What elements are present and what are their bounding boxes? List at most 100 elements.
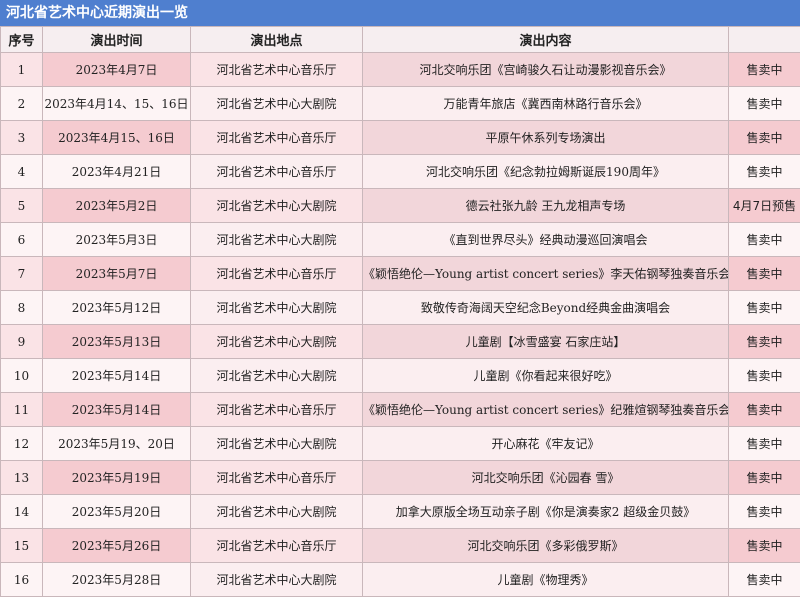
performance-title: 河北交响乐团《纪念勃拉姆斯诞辰190周年》 [363, 155, 729, 189]
row-number: 16 [1, 563, 43, 597]
table-row: 72023年5月7日河北省艺术中心音乐厅《颖悟绝伦—Young artist c… [1, 257, 800, 291]
performance-title: 平原午休系列专场演出 [363, 121, 729, 155]
table-row: 92023年5月13日河北省艺术中心大剧院儿童剧【冰雪盛宴 石家庄站】售卖中 [1, 325, 800, 359]
table-row: 152023年5月26日河北省艺术中心音乐厅河北交响乐团《多彩俄罗斯》售卖中 [1, 529, 800, 563]
performance-date: 2023年5月19日 [43, 461, 191, 495]
ticket-status: 售卖中 [729, 257, 800, 291]
ticket-status: 售卖中 [729, 53, 800, 87]
ticket-status: 售卖中 [729, 325, 800, 359]
ticket-status: 售卖中 [729, 529, 800, 563]
column-header-status [729, 27, 800, 53]
table-row: 42023年4月21日河北省艺术中心音乐厅河北交响乐团《纪念勃拉姆斯诞辰190周… [1, 155, 800, 189]
performance-date: 2023年5月14日 [43, 393, 191, 427]
performance-date: 2023年4月15、16日 [43, 121, 191, 155]
performance-date: 2023年5月13日 [43, 325, 191, 359]
table-row: 112023年5月14日河北省艺术中心音乐厅《颖悟绝伦—Young artist… [1, 393, 800, 427]
row-number: 1 [1, 53, 43, 87]
performance-date: 2023年5月14日 [43, 359, 191, 393]
performance-venue: 河北省艺术中心音乐厅 [191, 529, 363, 563]
performance-venue: 河北省艺术中心音乐厅 [191, 393, 363, 427]
ticket-status: 售卖中 [729, 427, 800, 461]
row-number: 14 [1, 495, 43, 529]
column-header-no: 序号 [1, 27, 43, 53]
row-number: 12 [1, 427, 43, 461]
performance-date: 2023年4月7日 [43, 53, 191, 87]
table-row: 132023年5月19日河北省艺术中心音乐厅河北交响乐团《沁园春 雪》售卖中 [1, 461, 800, 495]
row-number: 11 [1, 393, 43, 427]
row-number: 5 [1, 189, 43, 223]
performance-title: 河北交响乐团《宫崎骏久石让动漫影视音乐会》 [363, 53, 729, 87]
row-number: 8 [1, 291, 43, 325]
performance-title: 《颖悟绝伦—Young artist concert series》纪雅煊钢琴独… [363, 393, 729, 427]
table-row: 82023年5月12日河北省艺术中心大剧院致敬传奇海阔天空纪念Beyond经典金… [1, 291, 800, 325]
ticket-status: 售卖中 [729, 495, 800, 529]
table-row: 162023年5月28日河北省艺术中心大剧院儿童剧《物理秀》售卖中 [1, 563, 800, 597]
row-number: 9 [1, 325, 43, 359]
ticket-status: 4月7日预售 [729, 189, 800, 223]
table-row: 102023年5月14日河北省艺术中心大剧院儿童剧《你看起来很好吃》售卖中 [1, 359, 800, 393]
performance-title: 河北交响乐团《多彩俄罗斯》 [363, 529, 729, 563]
performance-title: 德云社张九龄 王九龙相声专场 [363, 189, 729, 223]
performance-title: 《直到世界尽头》经典动漫巡回演唱会 [363, 223, 729, 257]
header-row: 序号 演出时间 演出地点 演出内容 [1, 27, 800, 53]
performance-venue: 河北省艺术中心音乐厅 [191, 155, 363, 189]
performance-date: 2023年5月12日 [43, 291, 191, 325]
table-row: 122023年5月19、20日河北省艺术中心大剧院开心麻花《牢友记》售卖中 [1, 427, 800, 461]
table-row: 12023年4月7日河北省艺术中心音乐厅河北交响乐团《宫崎骏久石让动漫影视音乐会… [1, 53, 800, 87]
ticket-status: 售卖中 [729, 291, 800, 325]
row-number: 10 [1, 359, 43, 393]
performance-title: 河北交响乐团《沁园春 雪》 [363, 461, 729, 495]
performance-venue: 河北省艺术中心大剧院 [191, 291, 363, 325]
ticket-status: 售卖中 [729, 461, 800, 495]
performance-date: 2023年4月14、15、16日 [43, 87, 191, 121]
ticket-status: 售卖中 [729, 155, 800, 189]
schedule-table: 序号 演出时间 演出地点 演出内容 12023年4月7日河北省艺术中心音乐厅河北… [0, 26, 800, 597]
performance-venue: 河北省艺术中心音乐厅 [191, 121, 363, 155]
column-header-venue: 演出地点 [191, 27, 363, 53]
table-row: 32023年4月15、16日河北省艺术中心音乐厅平原午休系列专场演出售卖中 [1, 121, 800, 155]
column-header-date: 演出时间 [43, 27, 191, 53]
table-row: 22023年4月14、15、16日河北省艺术中心大剧院万能青年旅店《冀西南林路行… [1, 87, 800, 121]
performance-venue: 河北省艺术中心大剧院 [191, 325, 363, 359]
performance-venue: 河北省艺术中心音乐厅 [191, 53, 363, 87]
performance-venue: 河北省艺术中心大剧院 [191, 427, 363, 461]
performance-venue: 河北省艺术中心音乐厅 [191, 257, 363, 291]
ticket-status: 售卖中 [729, 87, 800, 121]
ticket-status: 售卖中 [729, 121, 800, 155]
row-number: 13 [1, 461, 43, 495]
performance-title: 开心麻花《牢友记》 [363, 427, 729, 461]
performance-title: 儿童剧《物理秀》 [363, 563, 729, 597]
performance-venue: 河北省艺术中心音乐厅 [191, 461, 363, 495]
ticket-status: 售卖中 [729, 393, 800, 427]
table-row: 52023年5月2日河北省艺术中心大剧院德云社张九龄 王九龙相声专场4月7日预售 [1, 189, 800, 223]
performance-venue: 河北省艺术中心大剧院 [191, 359, 363, 393]
performance-date: 2023年5月28日 [43, 563, 191, 597]
table-row: 62023年5月3日河北省艺术中心大剧院《直到世界尽头》经典动漫巡回演唱会售卖中 [1, 223, 800, 257]
performance-venue: 河北省艺术中心大剧院 [191, 189, 363, 223]
page-title: 河北省艺术中心近期演出一览 [0, 0, 800, 26]
performance-schedule: 河北省艺术中心近期演出一览 序号 演出时间 演出地点 演出内容 12023年4月… [0, 0, 800, 592]
performance-venue: 河北省艺术中心大剧院 [191, 223, 363, 257]
performance-date: 2023年5月7日 [43, 257, 191, 291]
performance-title: 万能青年旅店《冀西南林路行音乐会》 [363, 87, 729, 121]
performance-title: 《颖悟绝伦—Young artist concert series》李天佑钢琴独… [363, 257, 729, 291]
performance-venue: 河北省艺术中心大剧院 [191, 563, 363, 597]
row-number: 4 [1, 155, 43, 189]
row-number: 6 [1, 223, 43, 257]
performance-date: 2023年4月21日 [43, 155, 191, 189]
row-number: 3 [1, 121, 43, 155]
performance-venue: 河北省艺术中心大剧院 [191, 87, 363, 121]
performance-date: 2023年5月3日 [43, 223, 191, 257]
performance-date: 2023年5月20日 [43, 495, 191, 529]
performance-title: 加拿大原版全场互动亲子剧《你是演奏家2 超级金贝鼓》 [363, 495, 729, 529]
row-number: 7 [1, 257, 43, 291]
column-header-content: 演出内容 [363, 27, 729, 53]
performance-venue: 河北省艺术中心大剧院 [191, 495, 363, 529]
ticket-status: 售卖中 [729, 359, 800, 393]
performance-date: 2023年5月2日 [43, 189, 191, 223]
performance-title: 儿童剧《你看起来很好吃》 [363, 359, 729, 393]
performance-title: 致敬传奇海阔天空纪念Beyond经典金曲演唱会 [363, 291, 729, 325]
ticket-status: 售卖中 [729, 223, 800, 257]
row-number: 2 [1, 87, 43, 121]
performance-date: 2023年5月26日 [43, 529, 191, 563]
